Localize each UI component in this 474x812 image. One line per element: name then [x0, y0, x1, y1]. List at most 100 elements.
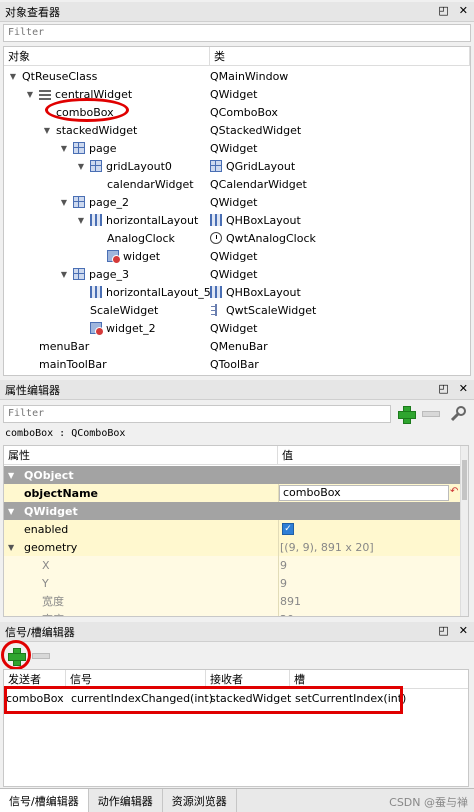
tree-row[interactable]: ▼ page_3 QWidget	[4, 265, 470, 283]
object-filter[interactable]	[3, 24, 471, 42]
tree-row[interactable]: ▼ horizontalLayout QHBoxLayout	[4, 211, 470, 229]
tree-row[interactable]: widget_2 QWidget	[4, 319, 470, 337]
tree-row-class-label: QWidget	[210, 141, 258, 155]
object-filter-input[interactable]	[8, 27, 466, 38]
object-tree[interactable]: 对象 类 ▼ QtReuseClass QMainWindow ▼ centralWid…	[3, 46, 471, 376]
expand-arrow-icon[interactable]: ▼	[59, 270, 69, 279]
tab-signal-slot-editor[interactable]: 信号/槽编辑器	[0, 789, 89, 812]
reset-icon[interactable]: ↶	[450, 486, 458, 497]
tree-row-class: QMainWindow	[210, 70, 288, 83]
tree-row[interactable]: mainToolBar QToolBar	[4, 355, 470, 373]
tree-row[interactable]: horizontalLayout_5 QHBoxLayout	[4, 283, 470, 301]
property-row[interactable]: enabled ✓	[4, 520, 462, 538]
property-row[interactable]: 宽度 891	[4, 592, 462, 610]
remove-dynamic-property-button[interactable]	[420, 403, 442, 425]
tab-resource-browser[interactable]: 资源浏览器	[163, 789, 237, 812]
add-dynamic-property-button[interactable]	[395, 403, 417, 425]
scrollbar-thumb[interactable]	[462, 460, 467, 500]
tree-row[interactable]: ▼ page QWidget	[4, 139, 470, 157]
tree-row-object: ▼ page	[59, 141, 117, 155]
expand-arrow-icon[interactable]: ▼	[59, 144, 69, 153]
property-scrollbar[interactable]	[460, 446, 468, 616]
property-filter-input[interactable]	[8, 408, 386, 419]
tree-row[interactable]: calendarWidget QCalendarWidget	[4, 175, 470, 193]
tree-row-label: page_3	[89, 267, 129, 281]
tree-row[interactable]: ▼ gridLayout0 QGridLayout	[4, 157, 470, 175]
expand-arrow-icon[interactable]: ▼	[8, 507, 14, 516]
column-divider	[278, 592, 279, 610]
tree-row-object: ▼ horizontalLayout	[76, 214, 198, 227]
expand-arrow-icon[interactable]: ▼	[76, 216, 86, 225]
expand-arrow-icon[interactable]: ▼	[8, 72, 18, 81]
property-name: QWidget	[24, 504, 78, 518]
close-icon[interactable]: ✕	[459, 382, 468, 395]
property-value: 9	[280, 558, 287, 572]
remove-connection-button[interactable]	[30, 645, 52, 667]
float-icon[interactable]: ◰	[438, 382, 448, 395]
tree-row-class-label: QWidget	[210, 87, 258, 101]
tree-row-object: AnalogClock	[93, 232, 175, 245]
tree-row-class: QGridLayout	[210, 160, 295, 173]
float-icon[interactable]: ◰	[438, 624, 448, 637]
property-name: QObject	[24, 468, 74, 482]
tree-row-object: statusBar	[25, 376, 92, 377]
expand-arrow-icon[interactable]: ▼	[8, 471, 14, 480]
enabled-checkbox[interactable]: ✓	[282, 523, 294, 535]
tree-row-label: page	[89, 141, 117, 155]
tree-row[interactable]: statusBar QStatusBar	[4, 373, 470, 377]
float-icon[interactable]: ◰	[438, 4, 448, 17]
tree-row-class: QwtScaleWidget	[210, 304, 316, 317]
tree-row[interactable]: ▼ stackedWidget QStackedWidget	[4, 121, 470, 139]
tree-row[interactable]: ▼ QtReuseClass QMainWindow	[4, 67, 470, 85]
tree-row[interactable]: ScaleWidget QwtScaleWidget	[4, 301, 470, 319]
column-divider	[278, 610, 279, 616]
tree-row-label: mainToolBar	[39, 357, 107, 371]
tree-row[interactable]: menuBar QMenuBar	[4, 337, 470, 355]
tree-row-class: QComboBox	[210, 106, 278, 119]
tree-row-label: widget	[123, 249, 161, 263]
tree-row-label: page_2	[89, 195, 129, 209]
tree-row-object: horizontalLayout_5	[76, 286, 211, 299]
connection-table[interactable]: 发送者 信号 接收者 槽 comboBox currentIndexChange…	[3, 669, 469, 787]
tree-row-label: gridLayout0	[106, 159, 172, 173]
property-filter[interactable]	[3, 405, 391, 423]
highlight-oval	[1, 640, 31, 670]
tree-row[interactable]: widget QWidget	[4, 247, 470, 265]
close-icon[interactable]: ✕	[459, 4, 468, 17]
tree-row[interactable]: AnalogClock QwtAnalogClock	[4, 229, 470, 247]
close-icon[interactable]: ✕	[459, 624, 468, 637]
column-divider	[278, 520, 279, 538]
column-header-value[interactable]: 值	[278, 446, 462, 465]
column-header-property[interactable]: 属性	[4, 446, 278, 465]
tab-action-editor[interactable]: 动作编辑器	[89, 789, 163, 812]
property-row[interactable]: 高度 20	[4, 610, 462, 616]
tree-row-object: widget_2	[76, 322, 156, 336]
expand-arrow-icon[interactable]: ▼	[42, 126, 52, 135]
tree-row-class: QHBoxLayout	[210, 286, 301, 299]
plus-icon	[398, 406, 416, 424]
property-row[interactable]: objectName comboBox ↶	[4, 484, 462, 502]
wrench-icon	[450, 406, 466, 422]
column-divider	[278, 538, 279, 556]
tree-row-label: stackedWidget	[56, 123, 138, 137]
property-table[interactable]: 属性 值 ▼ QObject objectName comboBox ↶ ▼ QWidget…	[3, 445, 469, 617]
object-name-field[interactable]: comboBox	[279, 485, 449, 501]
property-row[interactable]: Y9	[4, 574, 462, 592]
expand-arrow-icon[interactable]: ▼	[25, 90, 35, 99]
column-header-class[interactable]: 类	[210, 47, 470, 66]
column-header-object[interactable]: 对象	[4, 47, 210, 66]
property-row[interactable]: X9	[4, 556, 462, 574]
tree-row-class-label: QWidget	[210, 249, 258, 263]
list-icon	[39, 88, 51, 100]
minus-icon	[32, 653, 50, 659]
configure-button[interactable]	[447, 403, 469, 425]
expand-arrow-icon[interactable]: ▼	[59, 198, 69, 207]
tree-row-class-label: QStatusBar	[210, 376, 273, 377]
expand-arrow-icon[interactable]: ▼	[8, 543, 14, 552]
property-group-row[interactable]: ▼ QObject	[4, 466, 462, 484]
property-row[interactable]: ▼ geometry [(9, 9), 891 x 20]	[4, 538, 462, 556]
property-group-row[interactable]: ▼ QWidget	[4, 502, 462, 520]
hbox-icon	[90, 286, 102, 298]
tree-row[interactable]: ▼ page_2 QWidget	[4, 193, 470, 211]
expand-arrow-icon[interactable]: ▼	[76, 162, 86, 171]
